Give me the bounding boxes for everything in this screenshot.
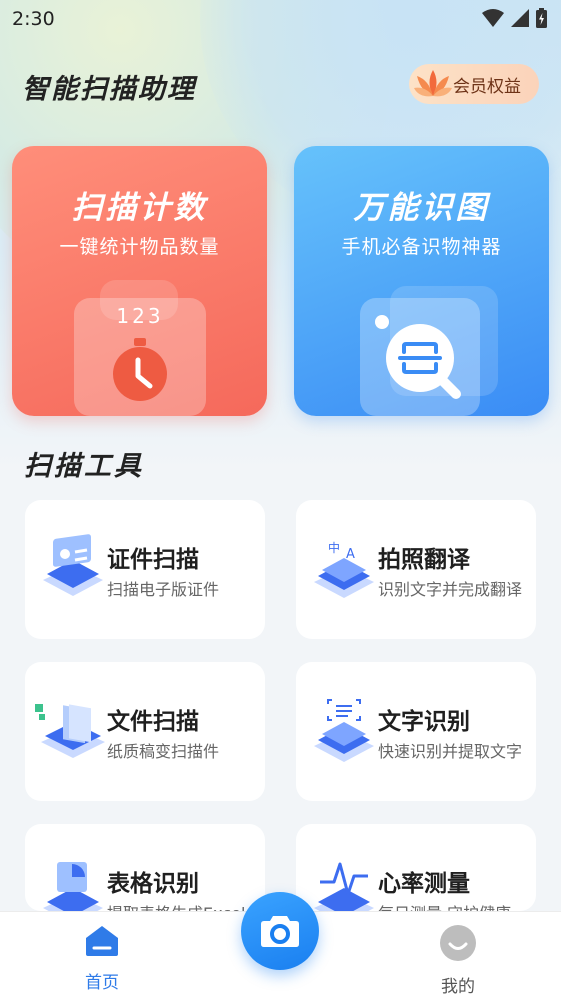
text-recognition-icon xyxy=(314,699,374,762)
vip-benefits-button[interactable]: 会员权益 xyxy=(409,64,539,104)
tool-description: 快速识别并提取文字 xyxy=(378,742,523,761)
nav-mine-label: 我的 xyxy=(441,977,475,997)
tool-name: 表格识别 xyxy=(107,871,199,897)
tool-description: 每日测量 守护健康 xyxy=(378,900,511,911)
svg-text:中: 中 xyxy=(328,540,340,555)
section-title: 扫描工具 xyxy=(24,451,144,482)
stopwatch-panel: 123 xyxy=(74,298,206,416)
counter-text: 123 xyxy=(116,304,164,328)
status-time: 2:30 xyxy=(12,8,55,30)
card-title: 扫描计数 xyxy=(71,190,208,226)
card-title: 万能识图 xyxy=(353,190,490,226)
table-recognition-icon xyxy=(43,862,103,911)
image-search-icon xyxy=(375,315,461,399)
smiley-icon xyxy=(440,925,476,961)
card-subtitle: 一键统计物品数量 xyxy=(59,236,220,258)
camera-button[interactable] xyxy=(241,892,319,970)
scan-count-card[interactable]: 扫描计数 一键统计物品数量 123 xyxy=(12,146,267,416)
home-icon xyxy=(86,926,118,956)
tool-text-recognition[interactable]: 文字识别 快速识别并提取文字 xyxy=(296,662,536,801)
battery-icon xyxy=(536,8,547,28)
status-icons xyxy=(482,8,547,28)
app-title: 智能扫描助理 xyxy=(22,74,196,105)
tool-description: 提取表格生成Excel xyxy=(107,900,245,911)
tool-name: 文字识别 xyxy=(378,709,470,735)
svg-text:A: A xyxy=(346,547,355,562)
tool-description: 纸质稿变扫描件 xyxy=(107,742,220,761)
tool-document-scan[interactable]: 文件扫描 纸质稿变扫描件 xyxy=(25,662,265,801)
id-card-scan-icon xyxy=(43,534,103,596)
card-subtitle: 手机必备识物神器 xyxy=(341,236,502,258)
nav-home-label: 首页 xyxy=(85,973,119,993)
tool-name: 文件扫描 xyxy=(107,709,199,735)
tool-description: 扫描电子版证件 xyxy=(107,580,220,599)
vip-label: 会员权益 xyxy=(453,76,521,97)
tool-id-scan[interactable]: 证件扫描 扫描电子版证件 xyxy=(25,500,265,639)
tool-table-recognition[interactable]: 表格识别 提取表格生成Excel xyxy=(25,824,265,911)
status-bar: 2:30 xyxy=(0,0,561,38)
wifi-icon xyxy=(482,9,504,27)
photo-translate-icon: 中 A xyxy=(314,540,374,598)
image-recognition-card[interactable]: 万能识图 手机必备识物神器 xyxy=(294,146,549,416)
signal-icon xyxy=(511,9,529,27)
tool-description: 识别文字并完成翻译 xyxy=(378,580,523,599)
nav-home[interactable]: 首页 xyxy=(62,924,142,993)
tool-photo-translate[interactable]: 中 A 拍照翻译 识别文字并完成翻译 xyxy=(296,500,536,639)
tool-name: 证件扫描 xyxy=(107,547,199,573)
document-scan-icon xyxy=(35,704,105,758)
nav-mine[interactable]: 我的 xyxy=(418,924,498,997)
tool-name: 心率测量 xyxy=(378,871,470,897)
stopwatch-icon xyxy=(113,338,167,401)
tool-heart-rate[interactable]: 心率测量 每日测量 守护健康 xyxy=(296,824,536,911)
lotus-icon xyxy=(414,70,452,97)
camera-icon xyxy=(261,916,299,947)
recognition-panel xyxy=(360,298,480,416)
heart-rate-icon xyxy=(314,862,374,911)
tool-name: 拍照翻译 xyxy=(378,547,470,573)
